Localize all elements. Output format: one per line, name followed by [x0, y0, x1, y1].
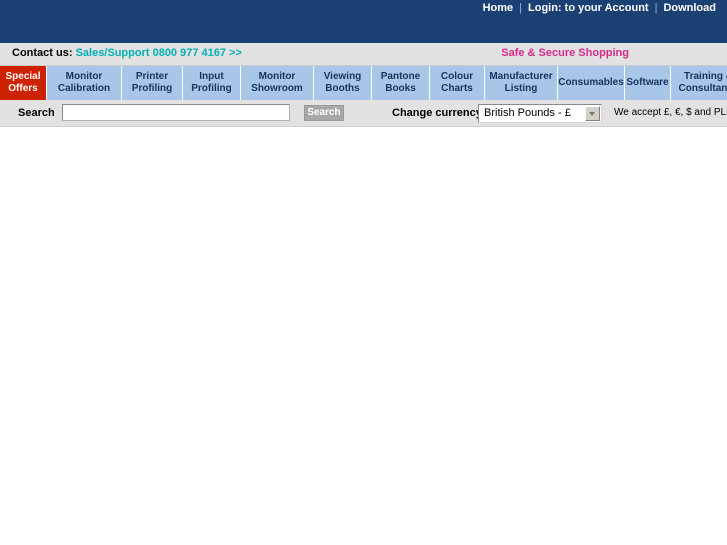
header-link-home[interactable]: Home: [478, 1, 519, 15]
main-navigation: Special Offers Monitor Calibration Printer…: [0, 66, 727, 100]
search-and-currency-bar: Search Search Change currency British Po…: [0, 100, 727, 127]
nav-item-label: Printer Profiling: [131, 71, 173, 94]
page-content-area: [0, 127, 727, 544]
nav-item-label: Pantone Books: [380, 71, 421, 94]
contact-us-label: Contact us:: [12, 47, 73, 59]
currency-select[interactable]: British Pounds - £: [478, 104, 602, 123]
contact-info: Contact us: Sales/Support 0800 977 4167 …: [12, 47, 242, 59]
site-header: Home | Login: to your Account | Download: [0, 0, 727, 43]
header-link-download[interactable]: Download: [658, 1, 721, 15]
header-utility-links: Home | Login: to your Account | Download: [478, 1, 721, 15]
nav-item-special-offers[interactable]: Special Offers: [0, 66, 47, 100]
nav-item-label: Monitor Calibration: [57, 71, 111, 94]
nav-item-manufacturer-listing[interactable]: Manufacturer Listing: [485, 66, 558, 100]
currency-select-value: British Pounds - £: [484, 107, 571, 119]
nav-item-label: Consumables: [558, 77, 624, 88]
nav-item-software[interactable]: Software: [625, 66, 671, 100]
chevron-down-icon[interactable]: [585, 106, 600, 121]
nav-item-monitor-showroom[interactable]: Monitor Showroom: [241, 66, 314, 100]
nav-item-training-consultancy[interactable]: Training & Consultancy: [671, 66, 727, 100]
nav-item-label: Manufacturer Listing: [489, 71, 553, 94]
nav-item-label: Viewing Booths: [323, 71, 362, 94]
nav-item-label: Software: [626, 77, 669, 88]
nav-item-label: Special Offers: [5, 71, 41, 94]
nav-item-colour-charts[interactable]: Colour Charts: [430, 66, 485, 100]
search-input[interactable]: [62, 104, 290, 121]
header-link-login[interactable]: Login: to your Account: [523, 1, 654, 15]
nav-item-monitor-calibration[interactable]: Monitor Calibration: [47, 66, 122, 100]
nav-item-label: Training & Consultancy: [678, 71, 727, 94]
contact-bar: Contact us: Sales/Support 0800 977 4167 …: [0, 43, 727, 66]
safe-secure-shopping-note: Safe & Secure Shopping: [501, 47, 629, 59]
change-currency-label: Change currency: [392, 107, 482, 119]
accepted-currencies-note: We accept £, €, $ and PLN: [614, 107, 727, 118]
sales-support-phone-link[interactable]: Sales/Support 0800 977 4167 >>: [76, 47, 242, 59]
nav-item-pantone-books[interactable]: Pantone Books: [372, 66, 430, 100]
nav-item-label: Colour Charts: [440, 71, 474, 94]
nav-item-viewing-booths[interactable]: Viewing Booths: [314, 66, 372, 100]
search-button[interactable]: Search: [304, 105, 344, 121]
nav-item-label: Monitor Showroom: [251, 71, 303, 94]
nav-item-consumables[interactable]: Consumables: [558, 66, 625, 100]
nav-item-input-profiling[interactable]: Input Profiling: [183, 66, 241, 100]
search-label: Search: [18, 107, 55, 119]
nav-item-label: Input Profiling: [191, 71, 232, 94]
nav-item-printer-profiling[interactable]: Printer Profiling: [122, 66, 183, 100]
